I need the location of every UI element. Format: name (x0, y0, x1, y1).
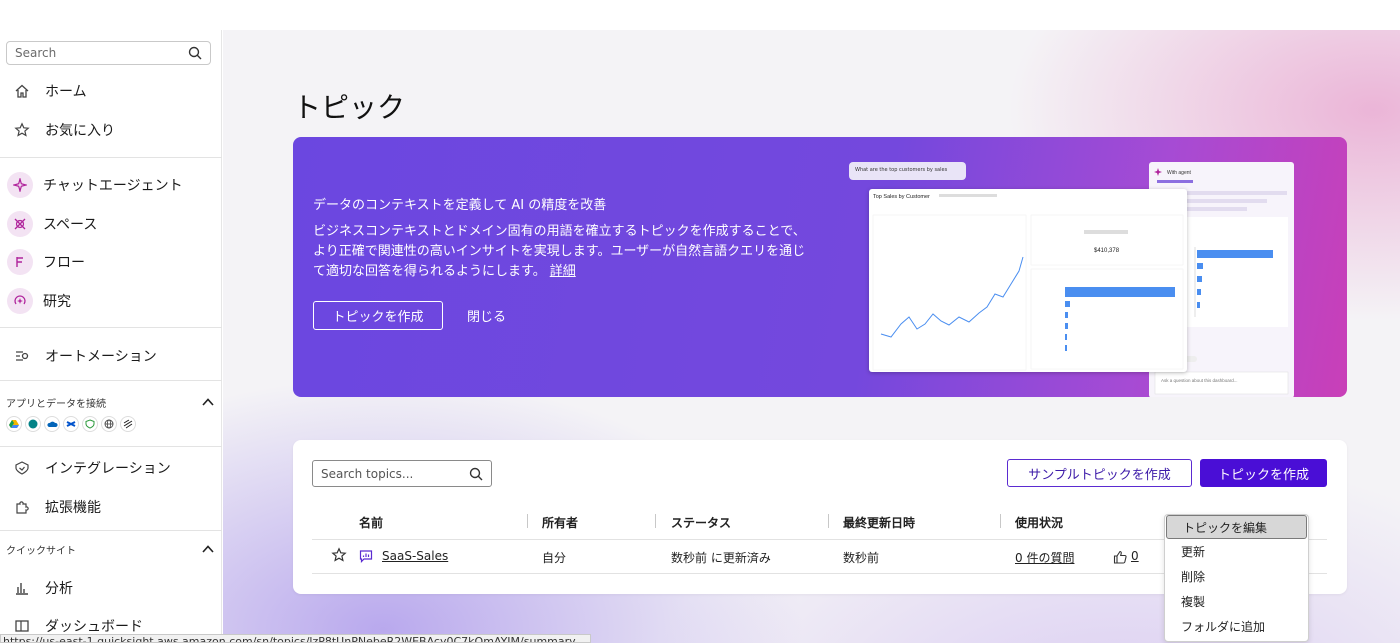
sidebar-search-placeholder: Search (15, 46, 57, 60)
banner-heading: データのコンテキストを定義して AI の精度を改善 (313, 198, 607, 213)
topics-intro-banner: データのコンテキストを定義して AI の精度を改善 ビジネスコンテキストとドメイ… (293, 137, 1347, 397)
topic-status: 数秒前 に更新済み (671, 551, 771, 565)
sidebar-item-extensions[interactable]: 拡張機能 (0, 490, 222, 524)
ask-placeholder-text: Ask a question about this dashboard... (1161, 378, 1238, 383)
sidebar-divider (0, 157, 222, 158)
home-icon (11, 80, 33, 102)
column-header-name[interactable]: 名前 (359, 514, 383, 531)
search-icon[interactable] (188, 46, 202, 60)
learn-more-link[interactable]: 詳細 (550, 264, 576, 279)
topic-name-link[interactable]: SaaS-Sales (382, 549, 448, 563)
star-icon[interactable] (331, 547, 347, 563)
shield-check-icon[interactable] (82, 416, 98, 432)
topics-search-input[interactable]: Search topics... (312, 460, 492, 487)
sidebar-item-research[interactable]: 研究 (0, 284, 222, 318)
sidebar-item-integration[interactable]: インテグレーション (0, 451, 222, 485)
sidebar-divider (0, 446, 222, 447)
column-separator[interactable] (655, 514, 656, 528)
automation-icon (11, 345, 33, 367)
globe-icon[interactable] (101, 416, 117, 432)
banner-create-topic-button[interactable]: トピックを作成 (313, 301, 443, 330)
menu-item-duplicate[interactable]: 複製 (1165, 589, 1308, 613)
sidebar-item-label: お気に入り (45, 123, 115, 139)
dashboard-kpi-value: $410,378 (1094, 248, 1120, 254)
agent-label-text: With agent (1167, 170, 1192, 176)
banner-close-button[interactable]: 閉じる (467, 301, 506, 330)
sidebar-item-label: オートメーション (45, 349, 157, 365)
puzzle-icon (11, 496, 33, 518)
create-topic-button[interactable]: トピックを作成 (1200, 459, 1327, 487)
sharepoint-icon[interactable] (25, 416, 41, 432)
topic-owner: 自分 (542, 551, 567, 565)
star-icon (11, 119, 33, 141)
dashboard-chart-title: Top Sales by Customer (873, 194, 930, 200)
sidebar-item-analysis[interactable]: 分析 (0, 571, 222, 605)
confluence-icon[interactable] (63, 416, 79, 432)
sidebar-item-label: インテグレーション (45, 461, 171, 477)
integration-icon (11, 457, 33, 479)
topic-questions-link[interactable]: 0 件の質問 (1015, 549, 1074, 566)
sidebar-item-label: ホーム (45, 84, 87, 100)
row-actions-menu: トピックを編集 更新 削除 複製 フォルダに追加 (1164, 514, 1309, 642)
sidebar-item-chat-agent[interactable]: チャットエージェント (0, 168, 222, 202)
banner-body: ビジネスコンテキストとドメイン固有の用語を確立するトピックを作成することで、より… (313, 222, 808, 282)
sidebar-item-label: 分析 (45, 581, 73, 597)
status-bar-url: https://us-east-1.quicksight.aws.amazon.… (0, 634, 591, 643)
connected-app-icons (6, 416, 136, 432)
menu-item-add-to-folder[interactable]: フォルダに追加 (1165, 614, 1308, 638)
sidebar-item-flows[interactable]: フロー (0, 245, 222, 279)
sidebar-divider (0, 327, 222, 328)
sidebar-item-home[interactable]: ホーム (0, 74, 222, 108)
dashboard-art: Top Sales by Customer $410,378 (872, 194, 1184, 371)
onedrive-icon[interactable] (44, 416, 60, 432)
column-header-owner[interactable]: 所有者 (542, 514, 578, 531)
chevron-up-icon[interactable] (200, 541, 216, 557)
section-connect-apps[interactable]: アプリとデータを接続 (6, 394, 216, 410)
column-separator[interactable] (527, 514, 528, 528)
topic-updated: 数秒前 (843, 551, 880, 565)
sidebar-item-label: チャットエージェント (43, 178, 183, 194)
sidebar-item-label: 研究 (43, 294, 71, 310)
illustration-question-bubble: What are the top customers by sales (849, 162, 966, 180)
topic-icon (359, 550, 373, 563)
column-header-usage[interactable]: 使用状況 (1015, 514, 1063, 531)
sidebar-item-favorites[interactable]: お気に入り (0, 113, 222, 147)
sidebar: Search ホーム お気に入り チャットエージェント スペース フロー 研究 … (0, 30, 222, 643)
section-quicksight[interactable]: クイックサイト (6, 541, 216, 557)
illustration-dashboard: Top Sales by Customer $410,378 (869, 189, 1187, 372)
sidebar-divider (0, 380, 222, 381)
stack-icon[interactable] (120, 416, 136, 432)
menu-item-edit-topic[interactable]: トピックを編集 (1166, 515, 1307, 539)
page-title: トピック (293, 91, 406, 124)
sidebar-item-label: ダッシュボード (45, 619, 143, 635)
sidebar-item-label: スペース (43, 217, 98, 233)
sidebar-search-input[interactable]: Search (6, 41, 211, 65)
sparkle-icon (7, 172, 33, 198)
create-sample-topic-button[interactable]: サンプルトピックを作成 (1007, 459, 1192, 487)
column-header-status[interactable]: ステータス (671, 514, 731, 531)
google-drive-icon[interactable] (6, 416, 22, 432)
topic-likes-count[interactable]: 0 (1131, 549, 1139, 563)
research-icon (7, 288, 33, 314)
sidebar-item-automation[interactable]: オートメーション (0, 339, 222, 373)
menu-item-delete[interactable]: 削除 (1165, 564, 1308, 588)
flow-icon (7, 249, 33, 275)
column-separator[interactable] (828, 514, 829, 528)
topics-search-placeholder: Search topics... (321, 466, 414, 481)
bar-chart-icon (11, 577, 33, 599)
spaces-icon (7, 211, 33, 237)
sidebar-divider (0, 530, 222, 531)
thumbs-up-icon[interactable] (1113, 550, 1127, 564)
chevron-up-icon[interactable] (200, 394, 216, 410)
section-label: クイックサイト (6, 545, 76, 557)
menu-item-refresh[interactable]: 更新 (1165, 539, 1308, 563)
sidebar-item-label: 拡張機能 (45, 500, 101, 516)
column-header-updated[interactable]: 最終更新日時 (843, 514, 915, 531)
section-label: アプリとデータを接続 (6, 398, 106, 410)
column-separator[interactable] (1000, 514, 1001, 528)
search-icon[interactable] (469, 467, 483, 481)
sidebar-item-spaces[interactable]: スペース (0, 207, 222, 241)
sidebar-item-label: フロー (43, 255, 85, 271)
